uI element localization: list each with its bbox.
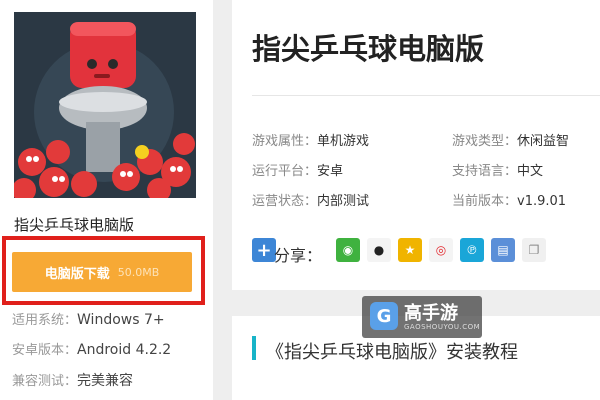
qq-icon[interactable]: ● — [367, 238, 391, 262]
info-version: 当前版本：v1.9.01 — [452, 194, 567, 209]
info-type: 游戏类型：休闲益智 — [452, 134, 570, 149]
watermark-name: 高手游 — [404, 303, 458, 324]
info-attribute: 游戏属性：单机游戏 — [252, 134, 370, 149]
share-label: 分享： — [274, 246, 323, 265]
copy-icon[interactable]: ❐ — [522, 238, 546, 262]
section-accent-bar — [252, 336, 256, 360]
game-info-panel: 指尖乒乓球电脑版 游戏属性：单机游戏 游戏类型：休闲益智 运行平台：安卓 支持语… — [232, 0, 600, 290]
spec-android: 安卓版本：Android 4.2.2 — [12, 342, 172, 358]
watermark: G 高手游 GAOSHOUYOU.COM — [362, 296, 482, 338]
left-panel: 指尖乒乓球电脑版 电脑版下载 50.0MB 适用系统：Windows 7+ 安卓… — [0, 0, 213, 400]
spec-system: 适用系统：Windows 7+ — [12, 312, 165, 328]
game-name-label: 指尖乒乓球电脑版 — [14, 216, 135, 234]
tencent-weibo-icon[interactable]: ℗ — [460, 238, 484, 262]
add-icon[interactable]: + — [252, 238, 276, 262]
weibo-icon[interactable]: ◎ — [429, 238, 453, 262]
download-button-label: 电脑版下载 — [44, 266, 110, 282]
info-status: 运营状态：内部测试 — [252, 194, 370, 209]
page-title: 指尖乒乓球电脑版 — [252, 32, 485, 66]
game-cover-image — [14, 12, 196, 198]
qzone-icon[interactable]: ★ — [398, 238, 422, 262]
divider — [252, 95, 600, 96]
spec-compat: 兼容测试：完美兼容 — [12, 373, 134, 389]
download-size: 50.0MB — [117, 265, 160, 279]
info-platform: 运行平台：安卓 — [252, 164, 344, 179]
pc-download-button[interactable]: 电脑版下载 50.0MB — [12, 252, 192, 292]
wechat-icon[interactable]: ◉ — [336, 238, 360, 262]
info-language: 支持语言：中文 — [452, 164, 544, 179]
print-icon[interactable]: ▤ — [491, 238, 515, 262]
gaoshouyou-logo-icon: G — [370, 302, 398, 330]
watermark-url: GAOSHOUYOU.COM — [404, 323, 481, 331]
tutorial-title[interactable]: 《指尖乒乓球电脑版》安装教程 — [266, 338, 518, 364]
